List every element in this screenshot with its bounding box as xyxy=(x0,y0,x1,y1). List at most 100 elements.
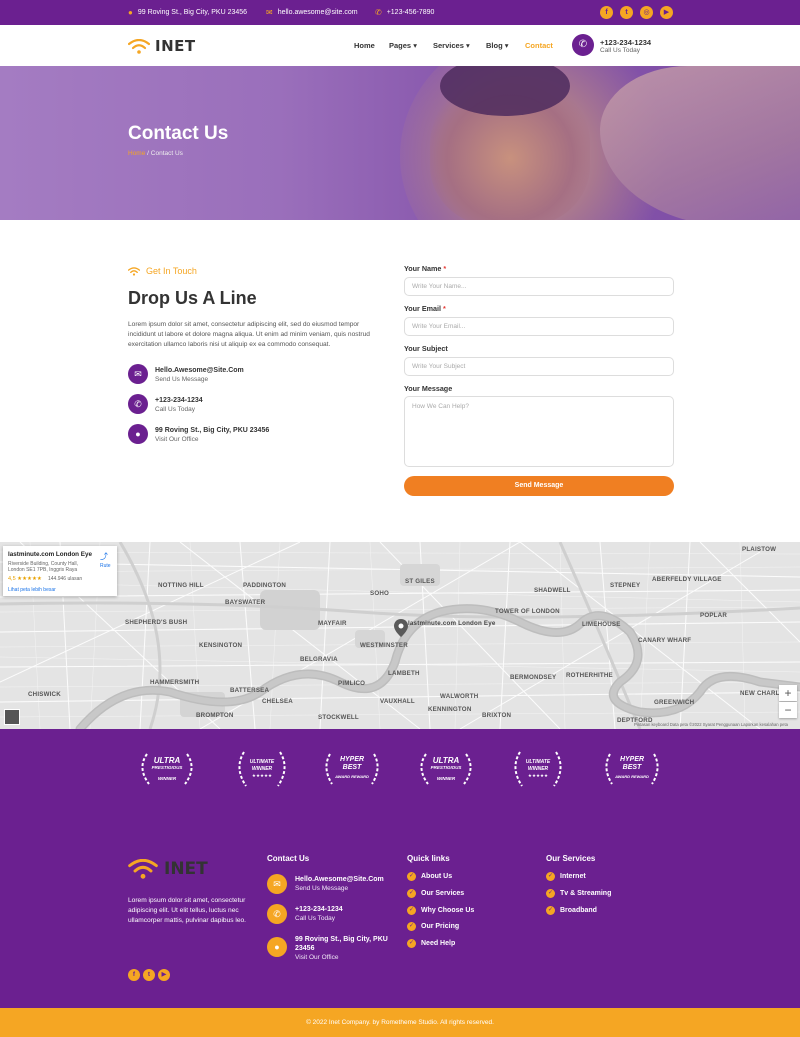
chevron-down-icon: ▾ xyxy=(465,41,470,50)
footer-address: 99 Roving St., Big City, PKU xyxy=(295,936,388,943)
satellite-toggle[interactable] xyxy=(4,709,20,725)
award-badge: ULTRA PRESTIGIOUS WINNER xyxy=(414,748,478,790)
send-message-button[interactable]: Send Message xyxy=(404,476,674,496)
contact-phone[interactable]: +123-234-1234 xyxy=(155,397,203,404)
check-icon: ✓ xyxy=(546,906,555,915)
footer-services-title: Our Services xyxy=(546,854,596,863)
award-badge: HYPER BEST AWARD REWARD xyxy=(320,748,384,790)
google-map[interactable]: NOTTING HILL PADDINGTON MAYFAIR SHEPHERD… xyxy=(0,542,800,729)
copyright-bar: © 2022 Inet Company. by Rometheme Studio… xyxy=(0,1008,800,1037)
check-icon: ✓ xyxy=(407,939,416,948)
award-badge: ULTIMATE WINNER ★★★★★ xyxy=(506,748,570,790)
contact-address-sub: Visit Our Office xyxy=(155,436,199,443)
youtube-icon[interactable]: ▶ xyxy=(660,6,673,19)
check-icon: ✓ xyxy=(407,872,416,881)
topbar-phone[interactable]: ✆ +123-456-7890 xyxy=(375,8,434,17)
nav-blog[interactable]: Blog ▾ xyxy=(486,41,509,50)
name-label: Your Name * xyxy=(404,264,447,273)
award-badge: ULTIMATE WINNER ★★★★★ xyxy=(230,748,294,790)
email-input[interactable]: Write Your Email... xyxy=(404,317,674,336)
contact-email-sub: Send Us Message xyxy=(155,376,209,383)
footer: ULTRA PRESTIGIOUS WINNER ULTIMATE WINNER… xyxy=(0,729,800,1008)
footer-link-broadband[interactable]: ✓ Broadband xyxy=(546,906,597,915)
footer-link-about[interactable]: ✓ About Us xyxy=(407,872,452,881)
nav-pages[interactable]: Pages ▾ xyxy=(389,41,417,50)
zoom-out-button[interactable]: − xyxy=(779,702,797,718)
section-tag: Get In Touch xyxy=(128,266,197,276)
topbar-email[interactable]: ✉ hello.awesome@site.com xyxy=(266,8,358,17)
footer-contact-title: Contact Us xyxy=(267,854,310,863)
wifi-logo-icon xyxy=(128,859,158,879)
header-phone-sub: Call Us Today xyxy=(600,47,640,54)
map-pin-icon: ● xyxy=(128,8,133,17)
youtube-icon[interactable]: ▶ xyxy=(158,969,170,981)
contact-email[interactable]: Hello.Awesome@Site.Com xyxy=(155,367,244,374)
map-pin-label[interactable]: lastminute.com London Eye xyxy=(408,620,496,627)
check-icon: ✓ xyxy=(407,922,416,931)
footer-link-help[interactable]: ✓ Need Help xyxy=(407,939,455,948)
page-title: Contact Us xyxy=(128,123,229,144)
award-badge: ULTRA PRESTIGIOUS WINNER xyxy=(135,748,199,790)
envelope-icon: ✉ xyxy=(128,364,148,384)
check-icon: ✓ xyxy=(546,872,555,881)
map-attribution[interactable]: Pintasan keyboard Data peta ©2022 Syarat… xyxy=(634,722,788,727)
footer-link-tv[interactable]: ✓ Tv & Streaming xyxy=(546,889,611,898)
footer-link-why[interactable]: ✓ Why Choose Us xyxy=(407,906,474,915)
footer-email[interactable]: Hello.Awesome@Site.Com xyxy=(295,876,384,883)
phone-icon: ✆ xyxy=(128,394,148,414)
chevron-down-icon: ▾ xyxy=(413,41,417,50)
facebook-icon[interactable]: f xyxy=(128,969,140,981)
envelope-icon: ✉ xyxy=(267,874,287,894)
footer-link-internet[interactable]: ✓ Internet xyxy=(546,872,586,881)
subject-label: Your Subject xyxy=(404,344,448,353)
footer-link-pricing[interactable]: ✓ Our Pricing xyxy=(407,922,459,931)
award-badge: HYPER BEST AWARD REWARD xyxy=(600,748,664,790)
header: INET Home Pages ▾ Services ▾ Blog ▾ Cont… xyxy=(0,25,800,66)
top-bar: ● 99 Roving St., Big City, PKU 23456 ✉ h… xyxy=(0,0,800,25)
phone-icon: ✆ xyxy=(267,904,287,924)
email-label: Your Email * xyxy=(404,304,446,313)
logo[interactable]: INET xyxy=(128,37,196,55)
section-heading: Drop Us A Line xyxy=(128,288,257,308)
message-textarea[interactable]: How We Can Help? xyxy=(404,396,674,467)
footer-phone[interactable]: +123-234-1234 xyxy=(295,906,343,913)
check-icon: ✓ xyxy=(407,889,416,898)
name-input[interactable]: Write Your Name... xyxy=(404,277,674,296)
footer-quick-title: Quick links xyxy=(407,854,450,863)
message-label: Your Message xyxy=(404,384,453,393)
breadcrumb-current: / Contact Us xyxy=(147,150,183,157)
contact-phone-sub: Call Us Today xyxy=(155,406,195,413)
envelope-icon: ✉ xyxy=(266,8,273,17)
hero-banner xyxy=(0,66,800,220)
wifi-logo-icon xyxy=(128,38,150,54)
topbar-address: ● 99 Roving St., Big City, PKU 23456 xyxy=(128,8,248,17)
section-paragraph: Lorem ipsum dolor sit amet, consectetur … xyxy=(128,321,370,348)
zoom-in-button[interactable]: + xyxy=(779,685,797,701)
facebook-icon[interactable]: f xyxy=(600,6,613,19)
instagram-icon[interactable]: ◎ xyxy=(640,6,653,19)
map-pin-icon: ● xyxy=(267,937,287,957)
breadcrumb: Home / Contact Us xyxy=(128,150,183,157)
larger-map-link[interactable]: Lihat peta lebih besar xyxy=(8,587,56,593)
twitter-icon[interactable]: t xyxy=(143,969,155,981)
header-phone[interactable]: +123-234-1234 xyxy=(600,38,651,47)
footer-link-services[interactable]: ✓ Our Services xyxy=(407,889,464,898)
check-icon: ✓ xyxy=(546,889,555,898)
wifi-icon xyxy=(128,266,140,276)
phone-icon: ✆ xyxy=(375,8,382,17)
twitter-icon[interactable]: t xyxy=(620,6,633,19)
check-icon: ✓ xyxy=(407,906,416,915)
directions-icon[interactable]: ⤴ xyxy=(100,551,108,562)
map-pin-icon: ● xyxy=(128,424,148,444)
phone-icon[interactable]: ✆ xyxy=(572,34,594,56)
nav-contact[interactable]: Contact xyxy=(525,41,553,50)
subject-input[interactable]: Write Your Subject xyxy=(404,357,674,376)
contact-address: 99 Roving St., Big City, PKU 23456 xyxy=(155,427,270,434)
directions-label[interactable]: Rute xyxy=(100,563,111,569)
breadcrumb-home[interactable]: Home xyxy=(128,150,145,157)
nav-services[interactable]: Services ▾ xyxy=(433,41,470,50)
map-info-card: lastminute.com London Eye Riverside Buil… xyxy=(3,546,117,596)
footer-logo[interactable]: INET xyxy=(128,859,208,879)
nav-home[interactable]: Home xyxy=(354,41,375,50)
map-pin-marker-icon[interactable] xyxy=(394,619,408,637)
